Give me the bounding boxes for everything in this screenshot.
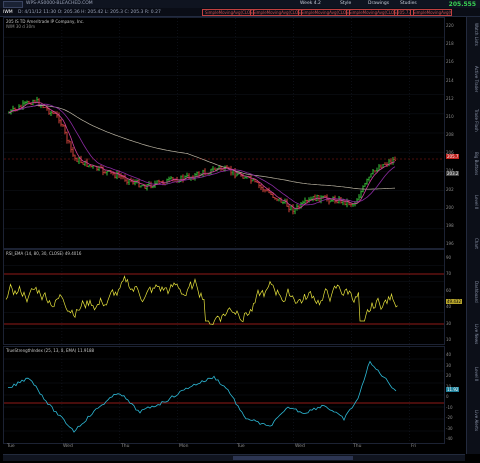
price-axis-tick-label: 196 bbox=[446, 241, 454, 246]
tsi-axis-tick-label: 20 bbox=[446, 373, 452, 378]
study-label-1[interactable]: SimpleMovingAvg(CLOSE, 50, 0) bbox=[202, 9, 254, 16]
tsi-chart[interactable] bbox=[4, 347, 444, 443]
price-tag-secondary: 203.2 bbox=[446, 171, 460, 176]
rsi-axis-tick-label: 60 bbox=[446, 287, 452, 293]
side-tab-strip: Watch Lists Active Trader Trade Flash Big B… bbox=[466, 17, 480, 454]
price-pane[interactable]: 205 IS TD Ameritrade IP Company, Inc. IW… bbox=[3, 17, 445, 249]
side-tab-active-trader[interactable]: Active Trader bbox=[469, 66, 479, 92]
quote-line: D: 4/11/12 11:30 O: 205.36 H: 205.42 L: … bbox=[18, 10, 161, 15]
price-axis-tick-label: 212 bbox=[446, 95, 454, 101]
side-tab-live-alerts[interactable]: Live Alerts bbox=[469, 410, 479, 431]
study-label-3[interactable]: SimpleMovingAvg(CLOSE, 200, 0) bbox=[298, 9, 350, 16]
price-axis-tick-label: 200 bbox=[446, 204, 454, 210]
time-scrollbar[interactable] bbox=[3, 454, 465, 461]
window-title: WPS-AS0000-BLEACHED.COM bbox=[26, 1, 93, 6]
menu-item-drawings[interactable]: Drawings bbox=[368, 1, 389, 6]
price-tag: 205.7 bbox=[446, 154, 460, 159]
menu-item-studies[interactable]: Studies bbox=[400, 1, 417, 6]
symbol-input[interactable] bbox=[3, 1, 23, 8]
last-price: 205.555 bbox=[448, 1, 476, 8]
menu-item-style[interactable]: Style bbox=[340, 1, 351, 6]
study-label-5[interactable]: SimpleMovingAvg(CLOSE, 20, 0) bbox=[410, 9, 452, 16]
x-label-tue-2: Tue bbox=[237, 444, 245, 449]
side-tab-chart[interactable]: Chart bbox=[469, 238, 479, 249]
x-label-thu: Thu bbox=[121, 444, 130, 449]
tsi-line bbox=[7, 360, 397, 433]
price-axis-tick-label: 218 bbox=[446, 41, 454, 47]
price-axis-tick-label: 198 bbox=[446, 222, 454, 228]
rsi-axis-tick-label: 30 bbox=[446, 320, 452, 326]
x-label-tue: Tue bbox=[7, 444, 15, 449]
study-label-4[interactable]: SimpleMovingAvg(CLOSE, 20, 0) bbox=[346, 9, 398, 16]
price-axis-tick-label: 214 bbox=[446, 77, 454, 83]
rsi-pane[interactable]: RSI_EMA (14, 80, 30, CLOSE) 49.4016 bbox=[3, 249, 445, 345]
x-label-fri: Fri bbox=[411, 444, 417, 449]
side-tab-watch-lists[interactable]: Watch Lists bbox=[469, 23, 479, 46]
tsi-axis-tick-label: -10 bbox=[446, 404, 453, 410]
tsi-axis-tick-label: -30 bbox=[446, 425, 453, 431]
sma-fast-line bbox=[8, 101, 396, 210]
rsi-chart[interactable] bbox=[4, 250, 444, 344]
price-axis-tick-label: 220 bbox=[446, 23, 454, 28]
tsi-pane[interactable]: TrueStrengthIndex (25, 13, 8, EMA) 11.91… bbox=[3, 346, 445, 444]
x-label-thu-2: Thu bbox=[353, 444, 362, 449]
tsi-axis-tick-label: 40 bbox=[446, 352, 452, 357]
side-tab-level-ii[interactable]: Level II bbox=[469, 195, 479, 209]
tsi-axis-tick-label: -40 bbox=[446, 436, 453, 441]
study-label-2[interactable]: SimpleMovingAvg(CLOSE, 200, 0) bbox=[250, 9, 302, 16]
rsi-axis-tick-label: 40 bbox=[446, 304, 452, 310]
menu-item-week[interactable]: Week 4.2 bbox=[300, 1, 321, 6]
side-tab-live-news[interactable]: Live News bbox=[469, 324, 479, 344]
tsi-axis-tick-label: -20 bbox=[446, 415, 453, 420]
x-label-mon: Mon bbox=[179, 444, 189, 449]
x-label-wed: Wed bbox=[63, 444, 73, 449]
rsi-axis-tick-label: 70 bbox=[446, 271, 452, 277]
price-axis-tick-label: 208 bbox=[446, 132, 454, 137]
symbol-label: IWM bbox=[3, 10, 13, 15]
scrollbar-thumb[interactable] bbox=[233, 456, 353, 460]
side-tab-trade-flash[interactable]: Trade Flash bbox=[469, 109, 479, 132]
rsi-axis-tick-label: 10 bbox=[446, 337, 452, 342]
price-chart[interactable] bbox=[4, 18, 444, 248]
price-axis-tick-label: 210 bbox=[446, 113, 454, 119]
tsi-axis-tick-label: 0 bbox=[446, 394, 449, 399]
tsi-value-tag: 11.92 bbox=[446, 387, 460, 392]
side-tab-dashboard[interactable]: Dashboard bbox=[469, 281, 479, 303]
sma-mid-line bbox=[8, 103, 396, 206]
x-label-wed-2: Wed bbox=[295, 444, 305, 449]
rsi-value-tag: 49.432 bbox=[446, 299, 462, 304]
tsi-axis-tick-label: 30 bbox=[446, 362, 452, 368]
rsi-line bbox=[5, 275, 398, 326]
price-axis-tick-label: 202 bbox=[446, 186, 454, 192]
time-axis: Tue Wed Thu Mon Tue Wed Thu Fri bbox=[3, 444, 443, 452]
quote-toolbar: IWM D: 4/11/12 11:30 O: 205.36 H: 205.42… bbox=[0, 8, 480, 17]
rsi-axis-tick-label: 90 bbox=[446, 255, 452, 260]
side-tab-level-ii[interactable]: Level II bbox=[469, 367, 479, 381]
price-axis-tick-label: 216 bbox=[446, 59, 454, 65]
side-tab-big-buttons[interactable]: Big Buttons bbox=[469, 152, 479, 175]
